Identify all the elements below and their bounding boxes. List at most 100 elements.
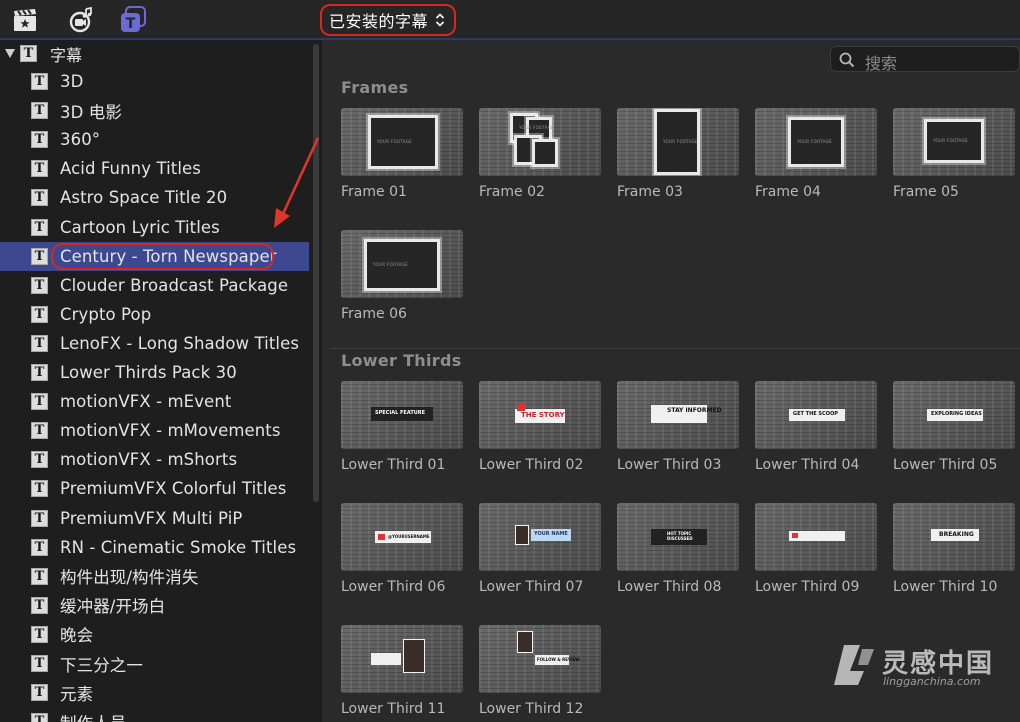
clip-thumbnail[interactable] [755, 503, 877, 571]
sidebar-item[interactable]: T Acid Funny Titles [0, 154, 309, 183]
sidebar-item[interactable]: T Crypto Pop [0, 300, 309, 329]
portrait-photo [403, 639, 425, 673]
sidebar-item[interactable]: TmotionVFX - mShorts [0, 445, 309, 474]
titles-icon[interactable]: T [119, 6, 147, 34]
footage-placeholder [535, 142, 555, 164]
search-field[interactable]: 搜索 [830, 46, 1020, 73]
title-t-icon: T [31, 422, 48, 440]
clip-thumbnail[interactable]: THE STORY [479, 381, 601, 449]
search-icon [839, 52, 855, 68]
title-t-icon: T [31, 713, 48, 722]
sidebar-item-label: 3D [60, 72, 84, 91]
thumb-caption: FOLLOW & REVIEW [537, 657, 580, 662]
title-t-icon: T [31, 538, 48, 556]
sidebar-item[interactable]: TmotionVFX - mMovements [0, 416, 309, 445]
accent-block [517, 403, 525, 411]
sidebar-item[interactable]: T 3D [0, 67, 309, 96]
sidebar-item[interactable]: T PremiumVFX Multi PiP [0, 504, 309, 533]
clip-label: Frame 03 [617, 184, 683, 200]
title-t-icon: T [31, 509, 48, 527]
thumb-caption: YOUR FOOTAGE [933, 138, 968, 143]
sidebar-item-label: PremiumVFX Colorful Titles [60, 479, 287, 499]
sidebar-item-label: PremiumVFX Multi PiP [60, 508, 243, 528]
clip-thumbnail[interactable]: HOT TOPIC DISCUSSED [617, 503, 739, 571]
disclosure-triangle-icon[interactable] [5, 49, 15, 58]
thumb-caption: BREAKING [939, 531, 974, 538]
sidebar-item-label: 晚会 [60, 626, 94, 646]
sidebar-item[interactable]: T 构件出现/构件消失 [0, 562, 309, 591]
clip-thumbnail[interactable]: @YOURUSERNAME [341, 503, 463, 571]
title-t-icon: T [31, 305, 48, 323]
section-title-frames: Frames [341, 78, 409, 97]
clip-thumbnail[interactable]: YOUR FOOTAGE [479, 108, 601, 176]
clip-label: Frame 04 [755, 184, 821, 200]
sidebar-item[interactable]: T RN - Cinematic Smoke Titles [0, 533, 309, 562]
clapper-star-icon[interactable] [11, 6, 39, 34]
sidebar-item-label: 缓冲器/开场白 [60, 597, 166, 617]
clip-thumbnail[interactable]: YOUR FOOTAGE [341, 230, 463, 298]
thumb-caption: STAY INFORMED [667, 407, 722, 414]
sidebar-item[interactable]: T 3D 电影 [0, 96, 309, 125]
clip-thumbnail[interactable]: GET THE SCOOP [755, 381, 877, 449]
clip-thumbnail[interactable]: BREAKING [893, 503, 1015, 571]
sidebar-item-label: 元素 [60, 684, 94, 704]
title-t-icon: T [31, 102, 48, 120]
sidebar-item[interactable]: T Century - Torn Newspaper [0, 241, 309, 271]
clip-thumbnail[interactable]: YOUR FOOTAGE [755, 108, 877, 176]
sidebar-item[interactable]: T 缓冲器/开场白 [0, 591, 309, 620]
clip-thumbnail[interactable]: STAY INFORMED [617, 381, 739, 449]
svg-text:T: T [126, 16, 136, 32]
sidebar-scrollbar[interactable] [313, 44, 319, 502]
library-selector[interactable]: 已安装的字幕 [320, 4, 456, 36]
sidebar-item[interactable]: T 制作人员 [0, 707, 309, 722]
clip-thumbnail[interactable] [341, 625, 463, 693]
sidebar-item[interactable]: T Clouder Broadcast Package [0, 271, 309, 300]
clip-thumbnail[interactable]: YOUR FOOTAGE [341, 108, 463, 176]
clip-thumbnail[interactable]: EXPLORING IDEAS [893, 381, 1015, 449]
sidebar-item[interactable]: T LenoFX - Long Shadow Titles [0, 329, 309, 358]
watermark-logo-icon [834, 645, 874, 685]
title-t-icon: T [31, 218, 48, 236]
clip-label: Frame 05 [893, 184, 959, 200]
clip-thumbnail[interactable]: SPECIAL FEATURE [341, 381, 463, 449]
title-t-icon: T [31, 364, 48, 381]
youtube-icon [378, 534, 385, 540]
annotation-highlight-outline [51, 242, 274, 270]
section-title-lower-thirds: Lower Thirds [341, 351, 462, 370]
thumb-caption: SPECIAL FEATURE [375, 410, 426, 416]
sidebar-item[interactable]: T Lower Thirds Pack 30 [0, 358, 309, 387]
sidebar-item-label: Cartoon Lyric Titles [60, 217, 220, 237]
title-t-icon: T [31, 596, 48, 614]
sidebar-item[interactable]: T 下三分之一 [0, 649, 309, 678]
title-t-icon: T [31, 684, 48, 702]
sidebar-item-label: RN - Cinematic Smoke Titles [60, 537, 297, 557]
sidebar-item-label: Lower Thirds Pack 30 [60, 363, 237, 382]
title-t-icon: T [31, 189, 48, 207]
clip-label: Lower Third 04 [755, 457, 860, 473]
clip-thumbnail[interactable]: YOUR NAME [479, 503, 601, 571]
sidebar-item[interactable]: T 360° [0, 125, 309, 154]
clip-thumbnail[interactable]: YOUR FOOTAGE [893, 108, 1015, 176]
sidebar-item[interactable]: T PremiumVFX Colorful Titles [0, 474, 309, 503]
sidebar-item[interactable]: T 晚会 [0, 620, 309, 649]
sidebar-item[interactable]: T 元素 [0, 678, 309, 707]
clip-thumbnail[interactable]: FOLLOW & REVIEW [479, 625, 601, 693]
clip-thumbnail[interactable]: YOUR FOOTAGE [617, 108, 739, 176]
sidebar-item-label: Astro Space Title 20 [60, 188, 228, 208]
music-camera-icon[interactable] [66, 6, 94, 34]
sidebar-item-label: LenoFX - Long Shadow Titles [60, 333, 300, 353]
title-t-icon: T [31, 334, 48, 352]
title-strip [371, 653, 401, 665]
thumb-caption: EXPLORING IDEAS [931, 411, 982, 417]
clip-label: Lower Third 02 [479, 457, 584, 473]
clip-label: Lower Third 11 [341, 701, 446, 717]
thumb-caption: @YOURUSERNAME [388, 534, 430, 539]
sidebar-item[interactable]: TmotionVFX - mEvent [0, 387, 309, 416]
sidebar-item[interactable]: T Astro Space Title 20 [0, 183, 309, 212]
portrait-photo [517, 631, 533, 653]
clip-label: Lower Third 05 [893, 457, 998, 473]
sidebar-item[interactable]: T Cartoon Lyric Titles [0, 213, 309, 242]
sidebar-root-item[interactable]: T 字幕 [0, 40, 313, 67]
clip-label: Lower Third 01 [341, 457, 446, 473]
thumb-caption: YOUR FOOTAGE [519, 125, 554, 130]
